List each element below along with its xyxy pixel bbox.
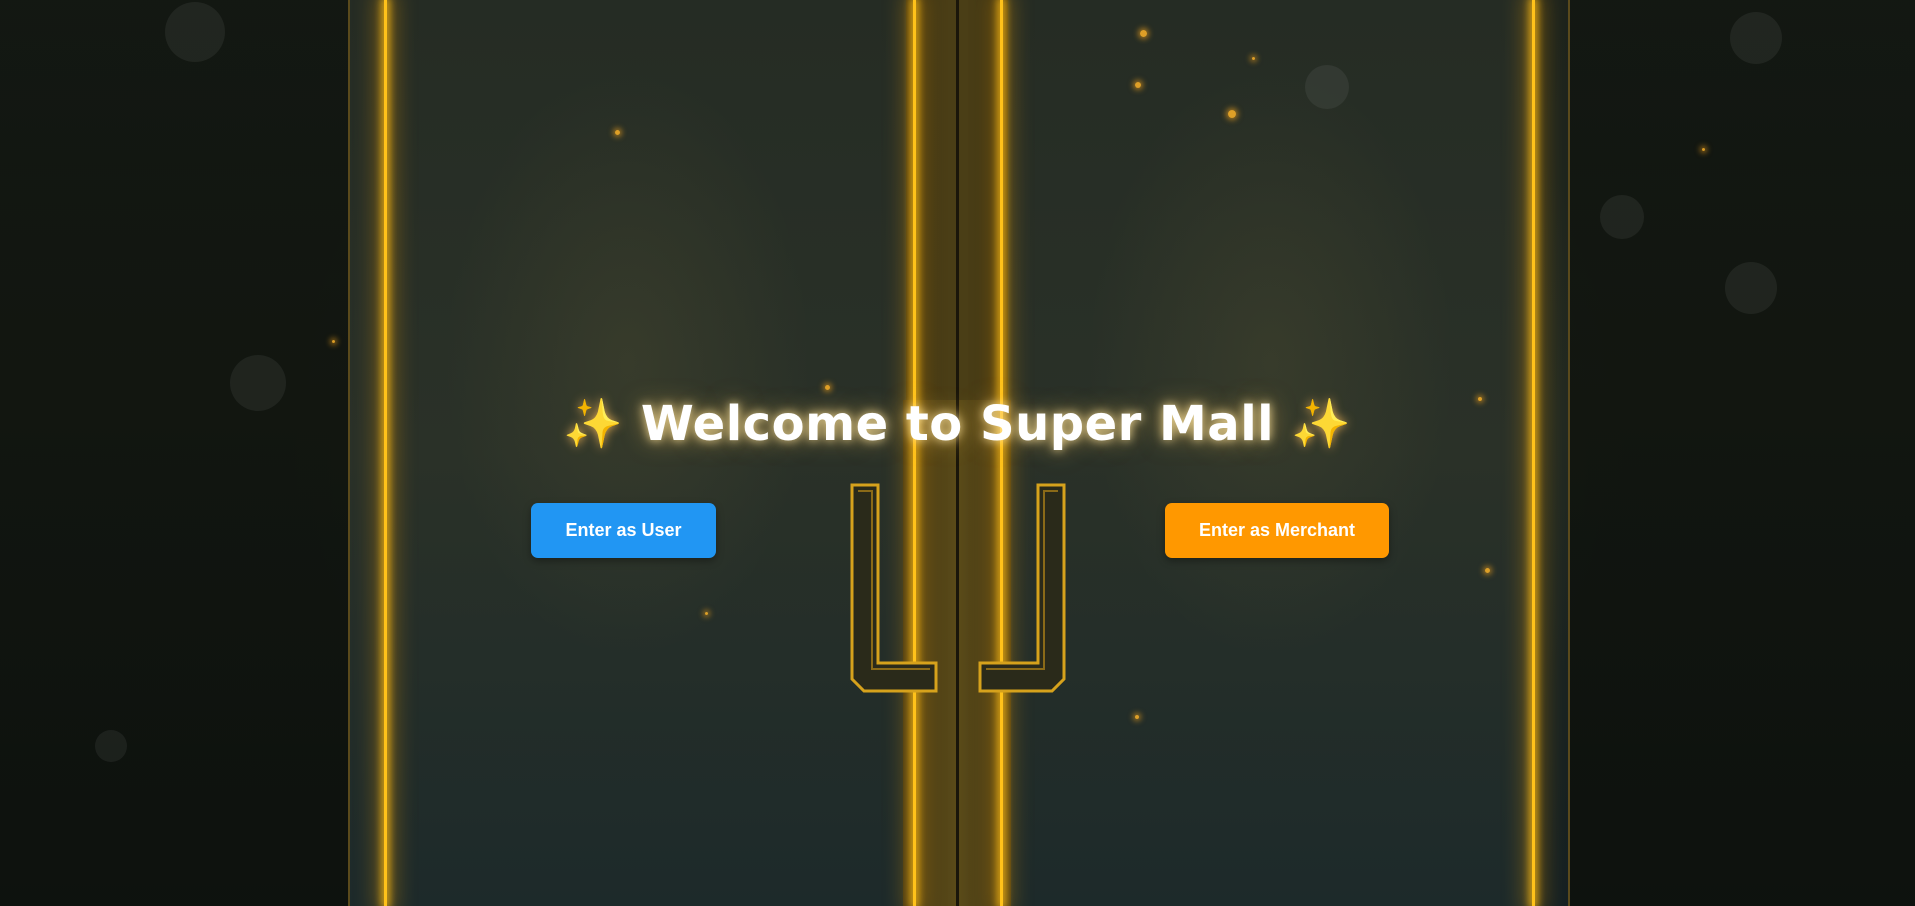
- enter-as-user-button[interactable]: Enter as User: [531, 503, 716, 558]
- sparkles-icon: ✨: [1291, 396, 1352, 452]
- sparkles-icon: ✨: [563, 396, 624, 452]
- enter-as-merchant-button[interactable]: Enter as Merchant: [1165, 503, 1389, 558]
- page-title: ✨ Welcome to Super Mall ✨: [0, 395, 1915, 452]
- welcome-screen: ✨ Welcome to Super Mall ✨ Enter as User …: [0, 0, 1915, 906]
- welcome-title-text: Welcome to Super Mall: [640, 396, 1275, 452]
